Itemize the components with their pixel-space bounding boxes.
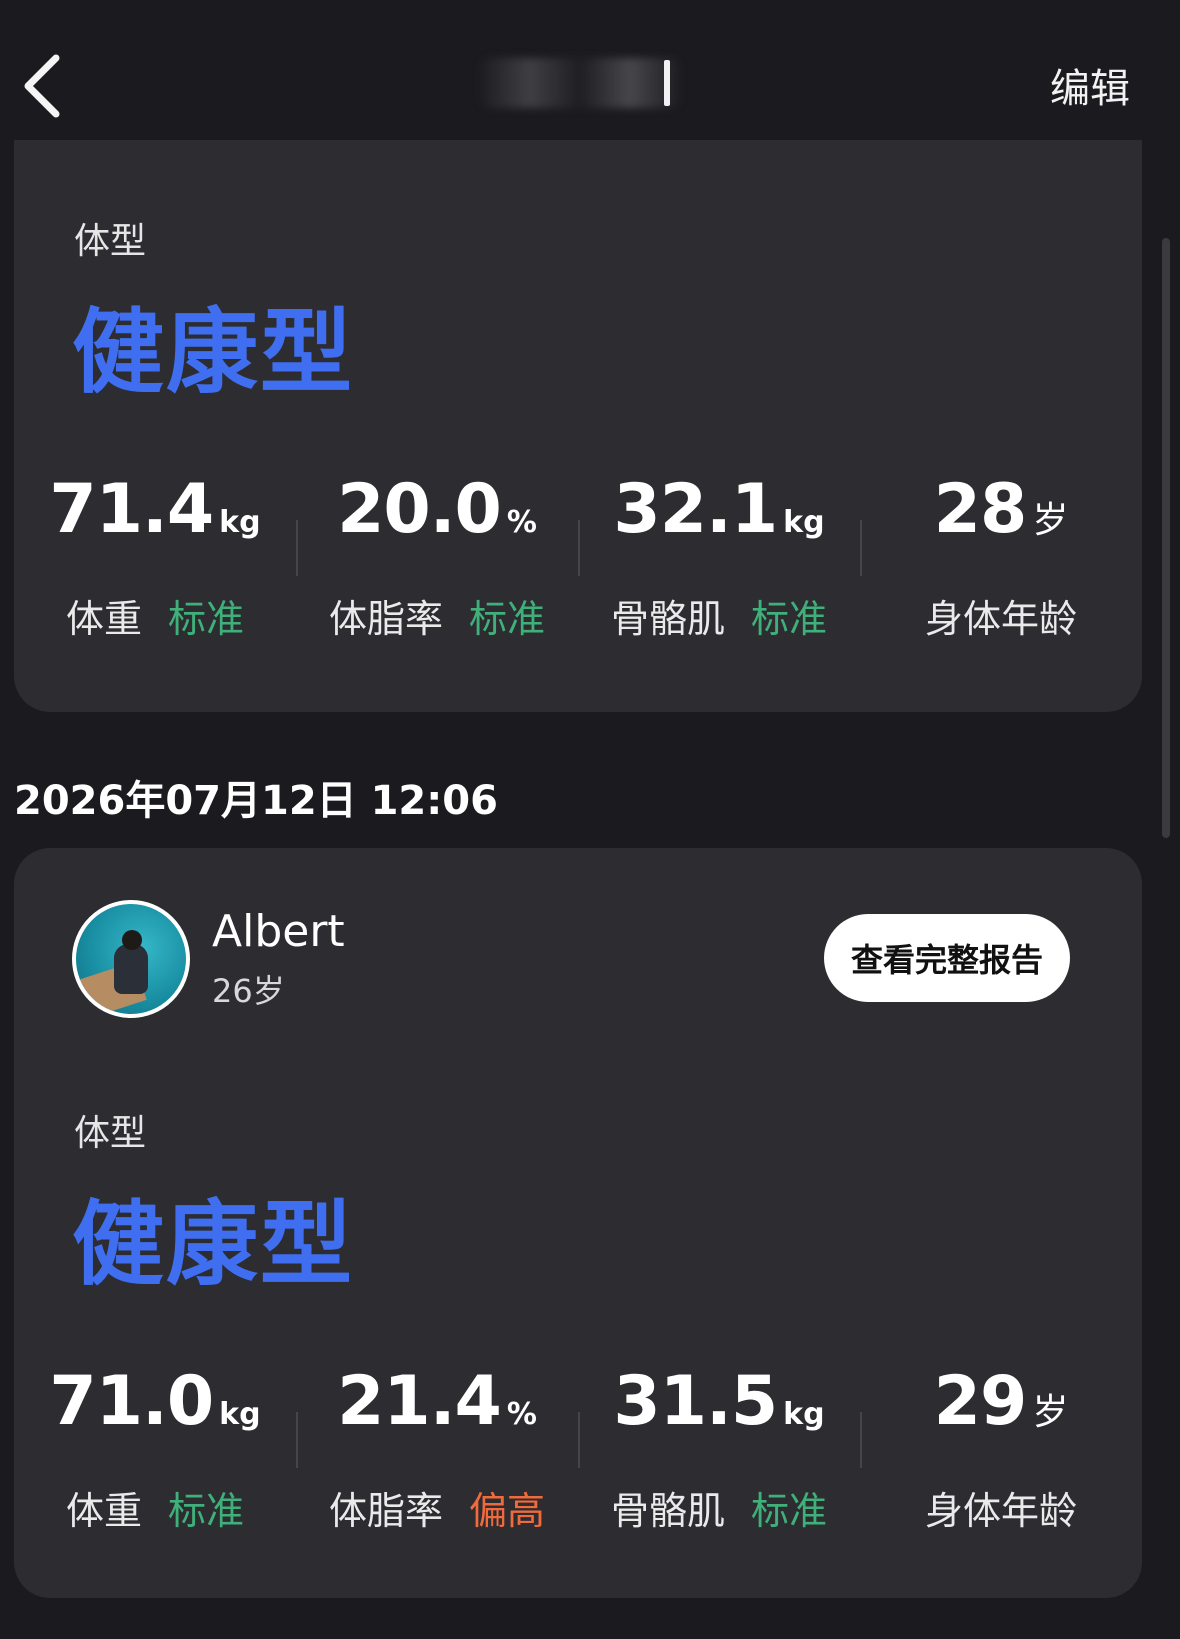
metric-value: 29 xyxy=(933,1362,1028,1441)
metric-unit: kg xyxy=(219,1397,261,1432)
metric-label: 身体年龄 xyxy=(924,597,1077,641)
body-type-label: 体型 xyxy=(74,221,147,262)
metric-value: 32.1 xyxy=(613,470,778,549)
page-title-fragment xyxy=(664,60,670,106)
metric-value: 28 xyxy=(933,470,1028,549)
metric-body-fat: 21.4% 体脂率 偏高 xyxy=(296,1362,578,1542)
edit-button[interactable]: 编辑 xyxy=(1050,56,1130,114)
metric-status: 标准 xyxy=(168,1489,245,1533)
metric-body-fat: 20.0% 体脂率 标准 xyxy=(296,470,578,650)
metric-unit: 岁 xyxy=(1032,1392,1069,1433)
metric-status: 标准 xyxy=(469,597,546,641)
metric-unit: kg xyxy=(783,1397,825,1432)
metrics-row: 71.4 kg 体重 标准 20.0% 体脂率 标准 32.1 kg 骨骼肌 标准 28 岁… xyxy=(14,470,1142,650)
user-age: 26岁 xyxy=(212,972,285,1010)
metric-unit: 岁 xyxy=(1032,500,1069,541)
user-avatar[interactable] xyxy=(72,900,190,1018)
back-icon[interactable] xyxy=(18,50,78,120)
metric-unit: kg xyxy=(219,505,261,540)
metrics-row: 71.0 kg 体重 标准 21.4% 体脂率 偏高 31.5 kg 骨骼肌 标准 29 岁… xyxy=(14,1362,1142,1542)
view-full-report-button[interactable]: 查看完整报告 xyxy=(824,914,1070,1002)
metric-status: 偏高 xyxy=(469,1489,546,1533)
metric-unit: % xyxy=(506,505,537,540)
body-record-card-2: Albert 26岁 查看完整报告 体型 健康型 71.0 kg 体重 标准 21.… xyxy=(14,848,1142,1598)
body-type-label: 体型 xyxy=(74,1113,147,1154)
metric-value: 71.0 xyxy=(49,1362,214,1441)
metric-weight: 71.4 kg 体重 标准 xyxy=(14,470,296,650)
top-navigation-bar: 编辑 xyxy=(0,0,1180,140)
user-name: Albert xyxy=(212,906,345,957)
body-record-card-1: 体型 健康型 71.4 kg 体重 标准 20.0% 体脂率 标准 32.1 kg 骨骼… xyxy=(14,100,1142,712)
body-type-value: 健康型 xyxy=(72,299,355,406)
metric-label: 骨骼肌 xyxy=(610,597,725,641)
record-datetime: 2026年07月12日 12:06 xyxy=(14,778,498,824)
metric-status: 标准 xyxy=(168,597,245,641)
metric-label: 体脂率 xyxy=(328,597,443,641)
metric-status: 标准 xyxy=(751,597,828,641)
metric-label: 体脂率 xyxy=(328,1489,443,1533)
metric-body-age: 29 岁 身体年龄 xyxy=(860,1362,1142,1542)
metric-weight: 71.0 kg 体重 标准 xyxy=(14,1362,296,1542)
metric-status: 标准 xyxy=(751,1489,828,1533)
metric-skeletal-muscle: 31.5 kg 骨骼肌 标准 xyxy=(578,1362,860,1542)
metric-value: 21.4 xyxy=(337,1362,502,1441)
metric-unit: % xyxy=(506,1397,537,1432)
metric-value: 20.0 xyxy=(337,470,502,549)
metric-value: 31.5 xyxy=(613,1362,778,1441)
metric-unit: kg xyxy=(783,505,825,540)
page-title-obscured xyxy=(480,58,680,108)
metric-label: 体重 xyxy=(65,1489,142,1533)
metric-value: 71.4 xyxy=(49,470,214,549)
metric-label: 骨骼肌 xyxy=(610,1489,725,1533)
metric-label: 体重 xyxy=(65,597,142,641)
body-type-value: 健康型 xyxy=(72,1191,355,1298)
metric-skeletal-muscle: 32.1 kg 骨骼肌 标准 xyxy=(578,470,860,650)
scrollbar[interactable] xyxy=(1162,238,1170,838)
metric-label: 身体年龄 xyxy=(924,1489,1077,1533)
metric-body-age: 28 岁 身体年龄 xyxy=(860,470,1142,650)
